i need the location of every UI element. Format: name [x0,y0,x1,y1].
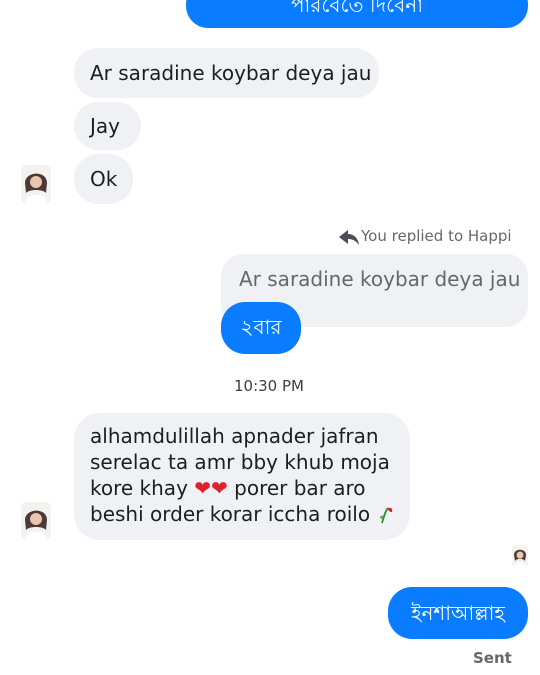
timestamp: 10:30 PM [234,377,304,395]
message-text: Ok [90,167,118,191]
message-line-1: alhamdulillah apnader jafran [90,424,379,448]
reply-meta-text: You replied to Happi [361,227,512,245]
message-text: পারবেতে দিবেনা [290,0,424,17]
incoming-message-bubble[interactable]: Jay [74,102,141,150]
contact-avatar-icon [21,502,51,540]
contact-avatar-icon[interactable] [21,502,51,540]
message-line-3-prefix: kore khay [90,476,188,500]
incoming-message-bubble[interactable]: Ok [74,154,133,204]
message-line-4-text: beshi order korar iccha roilo [90,502,371,526]
message-status: Sent [473,649,512,667]
message-line-2: serelac ta amr bby khub moja [90,450,390,474]
reply-meta: You replied to Happi [338,227,514,247]
incoming-message-bubble[interactable]: Ar saradine koybar deya jau [74,48,379,98]
chat-thread: পারবেতে দিবেনা Ar saradine koybar deya j… [0,0,540,675]
message-line-4: beshi order korar iccha roilo [90,501,394,527]
message-line-3-suffix: porer bar aro [234,476,366,500]
read-receipt-avatar-icon [512,545,528,567]
reply-message-bubble[interactable]: ২বার [221,302,301,354]
quoted-message-text: Ar saradine koybar deya jau [239,267,521,291]
message-text: ২বার [240,315,282,339]
read-receipt-avatar-icon [512,545,528,567]
outgoing-message-bubble[interactable]: ইনশাআল্লাহ [388,587,528,639]
message-line-3: kore khay ❤❤ porer bar aro [90,475,394,501]
red-heart-icon: ❤❤ [194,476,228,500]
outgoing-message-bubble[interactable]: পারবেতে দিবেনা [186,0,528,28]
contact-avatar-icon[interactable] [21,165,51,203]
message-text: Jay [90,114,120,138]
message-text: ইনশাআল্লাহ [411,601,505,625]
reply-arrow-icon [339,230,359,245]
message-text: Ar saradine koybar deya jau [90,61,372,85]
incoming-message-bubble[interactable]: alhamdulillah apnader jafran serelac ta … [74,413,410,540]
wilted-flower-icon [380,507,393,524]
contact-avatar-icon [21,165,51,203]
